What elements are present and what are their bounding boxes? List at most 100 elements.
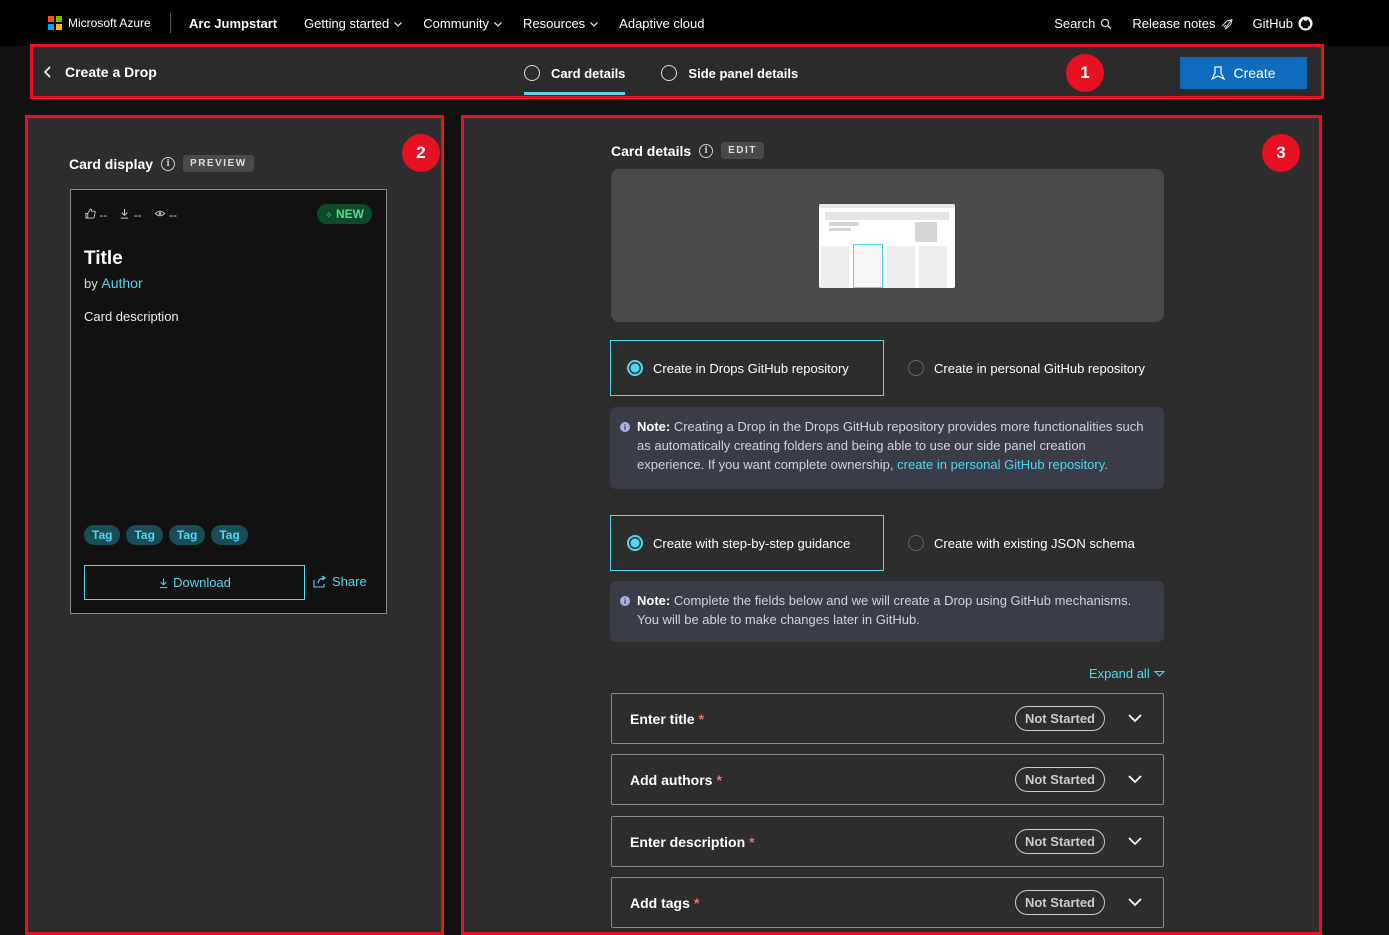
- section-label: Add authors: [630, 771, 713, 788]
- radio-unselected-icon: [908, 535, 924, 551]
- card-description: Card description: [84, 309, 179, 324]
- expand-all-button[interactable]: Expand all: [1089, 666, 1165, 681]
- card-details-header: Card details i EDIT: [611, 142, 764, 159]
- tab-card-details[interactable]: Card details: [524, 61, 626, 95]
- tag-chip[interactable]: Tag: [84, 525, 121, 545]
- views-count: --: [169, 208, 178, 222]
- release-notes-link[interactable]: Release notes: [1132, 16, 1233, 31]
- nav-link-label: Adaptive cloud: [619, 16, 705, 31]
- chevron-down-icon: [394, 21, 403, 27]
- info-icon[interactable]: i: [699, 143, 714, 158]
- chevron-down-icon[interactable]: [1127, 771, 1143, 787]
- nav-link-community[interactable]: Community: [423, 16, 503, 31]
- share-icon: [313, 575, 326, 588]
- page-title: Create a Drop: [65, 64, 157, 80]
- section-enter-description[interactable]: Enter description * Not Started: [611, 816, 1164, 867]
- search-link[interactable]: Search: [1054, 16, 1112, 31]
- radio-unselected-icon: [908, 360, 924, 376]
- card-display-heading: Card display: [69, 155, 154, 172]
- required-marker: *: [749, 833, 755, 850]
- chevron-down-icon: [494, 21, 502, 27]
- step-tabs: Card details Side panel details: [524, 61, 798, 95]
- card-display-header: Card display i PREVIEW: [69, 155, 254, 172]
- status-badge: Not Started: [1014, 706, 1105, 731]
- nav-link-label: Resources: [523, 16, 586, 31]
- mode-note: i Note: Complete the fields below and we…: [610, 581, 1164, 642]
- chevron-down-icon: [1153, 670, 1165, 677]
- note-prefix: Note:: [637, 593, 671, 608]
- note-text: Complete the fields below and we will cr…: [637, 593, 1132, 627]
- tab-side-panel-details[interactable]: Side panel details: [661, 61, 798, 95]
- section-label: Enter title: [630, 710, 695, 727]
- marker-2: 2: [402, 134, 440, 172]
- back-button[interactable]: Create a Drop: [43, 64, 157, 80]
- top-navigation: Microsoft Azure Arc Jumpstart Getting st…: [0, 0, 1389, 46]
- personal-repo-link[interactable]: create in personal GitHub repository: [897, 457, 1104, 472]
- radio-label: Create with step-by-step guidance: [653, 535, 851, 551]
- section-add-authors[interactable]: Add authors * Not Started: [611, 754, 1164, 805]
- tab-label: Side panel details: [688, 65, 799, 81]
- nav-link-adaptive-cloud[interactable]: Adaptive cloud: [619, 16, 704, 31]
- github-link[interactable]: GitHub: [1253, 16, 1313, 31]
- repo-note: i Note: Creating a Drop in the Drops Git…: [610, 407, 1164, 489]
- search-icon: [1101, 18, 1112, 29]
- microsoft-logo-icon: [48, 16, 62, 30]
- section-enter-title[interactable]: Enter title * Not Started: [611, 693, 1164, 744]
- tag-chip[interactable]: Tag: [211, 525, 248, 545]
- create-button-label: Create: [1233, 65, 1276, 81]
- info-icon[interactable]: i: [161, 156, 176, 171]
- thumbs-up-icon: [85, 208, 96, 219]
- nav-link-resources[interactable]: Resources: [523, 16, 599, 31]
- tag-chip[interactable]: Tag: [126, 525, 163, 545]
- radio-json-schema[interactable]: Create with existing JSON schema: [884, 515, 1135, 571]
- sparkle-icon: ✧: [325, 210, 333, 220]
- status-badge: Not Started: [1014, 890, 1105, 915]
- tab-label: Card details: [551, 65, 626, 81]
- nav-right-actions: Search Release notes GitHub: [1054, 16, 1313, 31]
- radio-personal-repo[interactable]: Create in personal GitHub repository: [884, 340, 1145, 396]
- note-prefix: Note:: [637, 419, 671, 434]
- share-label: Share: [332, 574, 367, 589]
- radio-label: Create in personal GitHub repository: [934, 360, 1145, 376]
- nav-link-getting-started[interactable]: Getting started: [304, 16, 403, 31]
- tag-chip[interactable]: Tag: [168, 525, 206, 545]
- downloads-stat: --: [119, 208, 142, 222]
- microsoft-azure-label: Microsoft Azure: [68, 16, 151, 30]
- download-button[interactable]: Download: [84, 565, 305, 600]
- microsoft-azure-logo[interactable]: Microsoft Azure: [48, 16, 151, 30]
- preview-chip: PREVIEW: [183, 155, 254, 172]
- radio-icon: [661, 65, 678, 81]
- nav-divider: [170, 13, 171, 33]
- chevron-down-icon[interactable]: [1127, 894, 1143, 910]
- downloads-count: --: [133, 208, 142, 222]
- nav-link-label: Getting started: [304, 16, 390, 31]
- info-filled-icon: i: [620, 596, 630, 606]
- radio-step-by-step[interactable]: Create with step-by-step guidance: [610, 515, 884, 571]
- required-marker: *: [716, 771, 722, 788]
- new-badge-label: NEW: [336, 207, 364, 221]
- create-button[interactable]: Create: [1180, 57, 1307, 89]
- card-details-heading: Card details: [611, 142, 692, 159]
- download-icon: [121, 208, 129, 219]
- card-title: Title: [84, 248, 123, 269]
- radio-label: Create in Drops GitHub repository: [653, 360, 849, 376]
- info-filled-icon: i: [620, 422, 630, 432]
- chevron-down-icon[interactable]: [1127, 833, 1143, 849]
- card-author-line: by Author: [84, 275, 143, 291]
- nav-links: Getting started Community Resources Adap…: [304, 16, 704, 31]
- views-stat: --: [154, 208, 177, 222]
- radio-selected-icon: [627, 535, 643, 551]
- section-add-tags[interactable]: Add tags * Not Started: [611, 877, 1164, 928]
- brand-link[interactable]: Arc Jumpstart: [189, 16, 277, 31]
- note-suffix: .: [1104, 457, 1108, 472]
- create-drop-toolbar: Create a Drop Card details Side panel de…: [30, 44, 1324, 99]
- chevron-down-icon[interactable]: [1127, 710, 1143, 726]
- author-link[interactable]: Author: [101, 275, 142, 291]
- creation-mode-choice-group: Create with step-by-step guidance Create…: [610, 515, 1164, 571]
- search-label: Search: [1054, 16, 1096, 31]
- share-button[interactable]: Share: [313, 574, 367, 589]
- required-marker: *: [698, 710, 705, 727]
- radio-drops-repo[interactable]: Create in Drops GitHub repository: [610, 340, 884, 396]
- status-badge: Not Started: [1014, 767, 1105, 792]
- section-label: Enter description: [630, 833, 746, 850]
